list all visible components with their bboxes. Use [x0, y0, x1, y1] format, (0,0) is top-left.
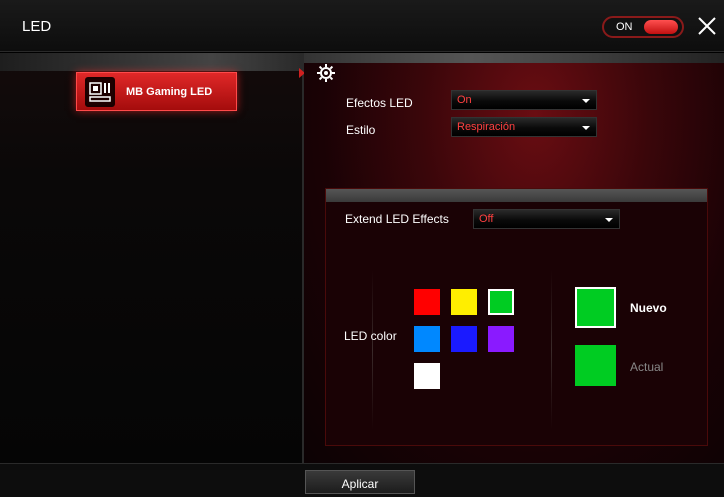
color-swatch[interactable] [414, 363, 440, 389]
toggle-knob [644, 20, 678, 34]
led-color-label: LED color [344, 329, 397, 343]
color-swatch[interactable] [414, 289, 440, 315]
close-icon[interactable] [695, 14, 719, 38]
chevron-down-icon [582, 126, 590, 130]
style-dropdown[interactable]: Respiración [451, 117, 597, 137]
color-swatch[interactable] [488, 326, 514, 352]
sidebar-header-bar [0, 53, 302, 71]
style-value: Respiración [457, 121, 516, 133]
effects-value: On [457, 94, 472, 106]
extend-dropdown[interactable]: Off [473, 209, 620, 229]
apply-button[interactable]: Aplicar [305, 470, 415, 494]
led-power-toggle[interactable]: ON [602, 16, 684, 38]
chevron-down-icon [582, 99, 590, 103]
box-header-bar [326, 189, 707, 202]
extend-label: Extend LED Effects [345, 212, 449, 226]
sidebar-item-mb-gaming-led[interactable]: MB Gaming LED [76, 72, 237, 111]
new-color-preview [575, 287, 616, 328]
new-color-label: Nuevo [630, 301, 667, 315]
color-swatch[interactable] [451, 326, 477, 352]
style-label: Estilo [346, 123, 376, 137]
color-swatch[interactable] [414, 326, 440, 352]
chevron-down-icon [605, 218, 613, 222]
window-title: LED [22, 18, 52, 35]
current-color-preview [575, 345, 616, 386]
effects-dropdown[interactable]: On [451, 90, 597, 110]
gear-icon [316, 63, 336, 83]
sidebar-item-label: MB Gaming LED [126, 86, 213, 98]
title-bar: LED ON [0, 0, 724, 52]
separator-line [372, 270, 373, 430]
effects-label: Efectos LED [346, 96, 413, 110]
current-color-label: Actual [630, 360, 664, 374]
sidebar: MB Gaming LED [0, 53, 302, 463]
color-swatch[interactable] [451, 289, 477, 315]
apply-label: Aplicar [341, 477, 379, 491]
settings-header-bar [304, 53, 724, 63]
toggle-label: ON [616, 21, 633, 33]
separator-line [551, 270, 552, 430]
motherboard-icon [85, 77, 115, 107]
extend-value: Off [479, 213, 494, 225]
color-swatch[interactable] [488, 289, 514, 315]
